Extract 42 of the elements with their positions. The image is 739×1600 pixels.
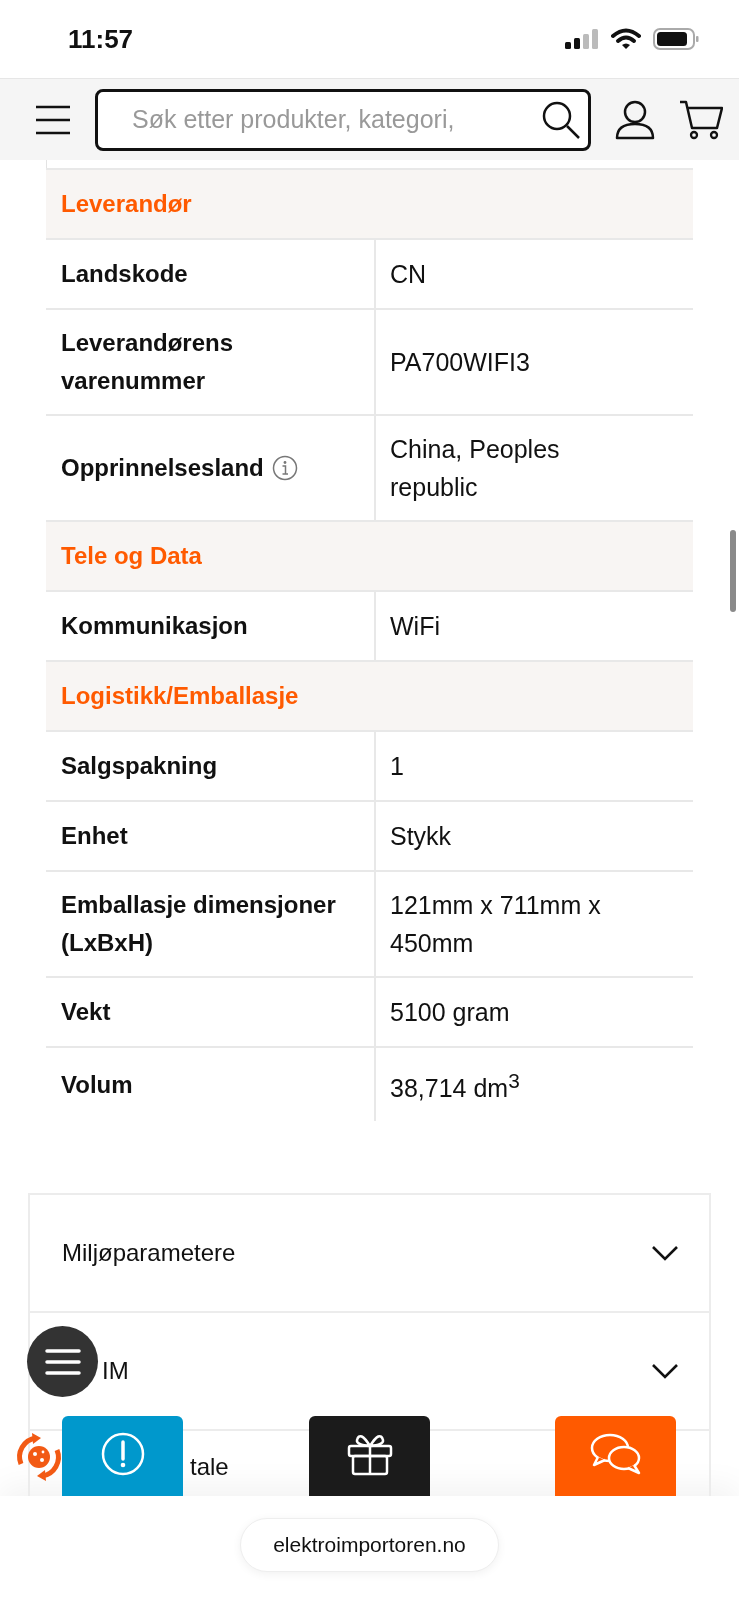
spec-label: Opprinnelsesland: [61, 453, 264, 483]
gift-icon: [346, 1432, 393, 1476]
alert-button[interactable]: [62, 1416, 183, 1496]
cart-icon[interactable]: [679, 99, 723, 140]
accordion-title[interactable]: IM: [102, 1357, 129, 1386]
chat-button[interactable]: [555, 1416, 676, 1496]
info-icon[interactable]: [271, 455, 298, 481]
spec-value: 1: [390, 751, 404, 782]
section-heading: Tele og Data: [46, 522, 693, 592]
spec-value: CN: [390, 259, 427, 290]
alert-icon: [100, 1432, 145, 1476]
spec-value: 5100 gram: [390, 997, 510, 1028]
spec-value: 38,714 dm$^{3}$: [390, 1068, 520, 1105]
spec-label: Landskode: [61, 259, 188, 289]
gift-button[interactable]: [309, 1416, 430, 1496]
menu-icon: [44, 1348, 81, 1375]
spec-label: Salgspakning: [61, 751, 218, 781]
spec-value: PA700WIFI3: [390, 347, 530, 378]
spec-label: Leverandørens varenummer: [61, 328, 235, 396]
section-heading: Leverandør: [46, 170, 693, 240]
user-icon[interactable]: [615, 99, 655, 140]
wifi-icon: [611, 28, 641, 50]
signal-icon: [565, 29, 599, 49]
spec-value: WiFi: [390, 611, 440, 642]
section-heading: Logistikk/Emballasje: [46, 662, 693, 732]
chat-icon: [589, 1432, 642, 1476]
address-bar[interactable]: elektroimportoren.no: [240, 1518, 499, 1572]
search-field[interactable]: Søk etter produkter, kategori,: [95, 88, 591, 151]
menu-icon[interactable]: [35, 104, 71, 135]
spec-value: China, Peoples republic: [390, 434, 561, 503]
spec-label: Volum: [61, 1069, 133, 1100]
accordion-title[interactable]: tale: [190, 1453, 229, 1482]
spec-label: Vekt: [61, 997, 111, 1027]
spec-label: Enhet: [61, 821, 128, 851]
status-time: 11:57: [68, 23, 134, 55]
search-icon[interactable]: [541, 99, 581, 140]
spec-label: Emballasje dimensjoner (LxBxH): [61, 890, 337, 958]
accordion-title[interactable]: Miljøparametere: [62, 1239, 236, 1268]
spec-label: Kommunikasjon: [61, 611, 248, 641]
spec-value: 121mm x 711mm x 450mm: [390, 890, 602, 959]
battery-icon: [653, 28, 699, 50]
spec-value: Stykk: [390, 821, 452, 852]
